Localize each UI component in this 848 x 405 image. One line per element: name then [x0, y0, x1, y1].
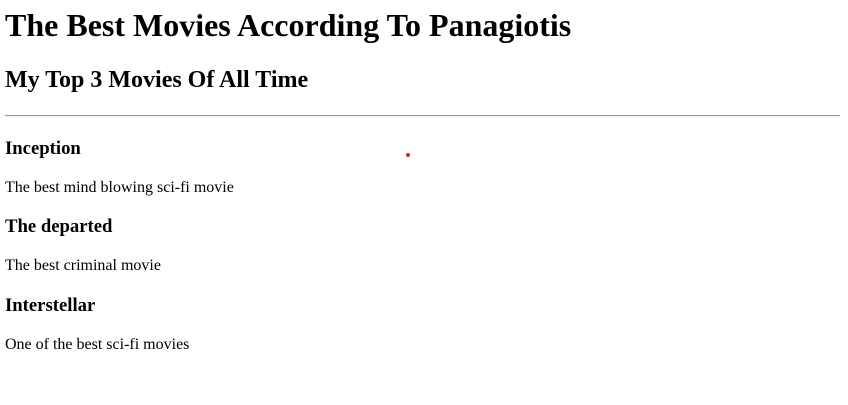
movie-item-the-departed: The departed The best criminal movie	[5, 215, 840, 276]
page-subtitle: My Top 3 Movies Of All Time	[5, 67, 309, 93]
page-title: The Best Movies According To Panagiotis	[5, 7, 572, 43]
movie-title: Interstellar	[5, 295, 96, 316]
movie-description: The best criminal movie	[5, 257, 161, 274]
movie-title: Inception	[5, 138, 81, 159]
page-content: The Best Movies According To Panagiotis …	[0, 5, 848, 355]
movie-item-interstellar: Interstellar One of the best sci-fi movi…	[5, 294, 840, 355]
movie-title: The departed	[5, 216, 113, 237]
movie-description: The best mind blowing sci-fi movie	[5, 179, 234, 196]
movie-description: One of the best sci-fi movies	[5, 336, 190, 353]
cursor-indicator-icon	[406, 153, 410, 157]
divider	[5, 115, 840, 117]
movie-item-inception: Inception The best mind blowing sci-fi m…	[5, 137, 840, 198]
